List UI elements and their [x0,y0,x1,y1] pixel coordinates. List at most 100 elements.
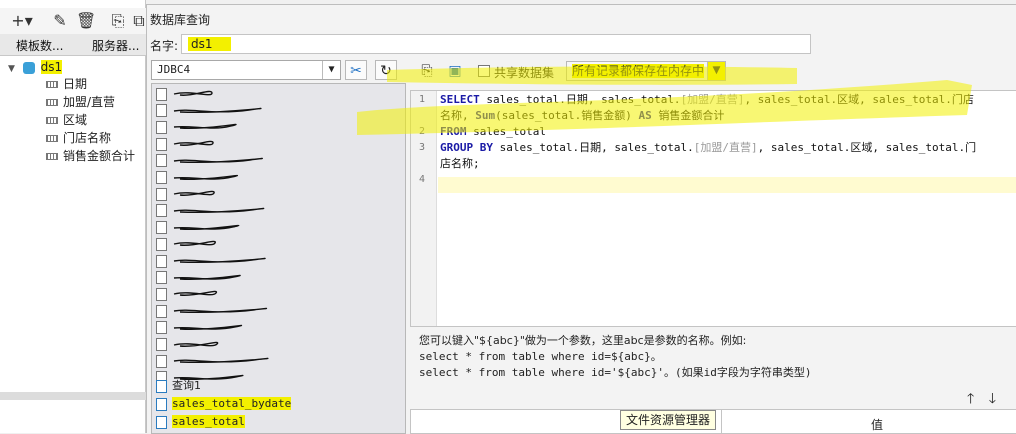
memory-mode-value: 所有记录都保存在内存中 [572,64,705,78]
table-row[interactable] [156,353,269,369]
line-number: 3 [419,142,426,153]
table-row[interactable] [156,153,263,169]
field-icon [46,81,58,88]
field-item[interactable]: 区域 [46,111,87,129]
table-icon [156,204,167,218]
share-dataset-label: 共享数据集 [494,66,555,80]
scribble-redaction [173,341,219,347]
table-row[interactable] [156,236,216,252]
table-row[interactable] [156,220,240,236]
table-icon [156,154,167,168]
table-row[interactable] [156,337,219,353]
scribble-redaction [173,190,215,197]
memory-mode-select[interactable]: 所有记录都保存在内存中 ▼ [566,61,726,81]
field-icon [46,135,58,142]
scribble-redaction [173,174,239,180]
scribble-redaction [173,90,213,96]
field-item[interactable]: 日期 [46,75,87,93]
dataset-node[interactable]: ▼ ds1 [8,58,63,76]
table-row[interactable] [156,253,266,269]
table-icon [156,254,167,268]
table-row[interactable] [156,303,268,319]
table-row[interactable] [156,103,262,119]
table-icon [156,137,167,151]
scribble-redaction [173,241,216,247]
field-icon [46,99,58,106]
scribble-redaction [173,357,269,364]
chevron-down-icon[interactable]: ▼ [707,62,725,80]
copy-icon[interactable]: ⧉ [132,11,146,31]
sql-line-3: GROUP BY sales_total.日期, sales_total.[加盟… [440,141,977,154]
table-icon [156,120,167,134]
scribble-redaction [173,124,237,130]
collapse-icon[interactable]: ▼ [8,64,15,74]
table-row[interactable] [156,203,265,219]
move-down-icon[interactable]: 🡓 [989,391,996,407]
field-label: 日期 [63,77,88,91]
connection-select[interactable]: JDBC4 ▼ [151,60,341,80]
edit-icon[interactable]: ✎ [50,11,70,31]
scribble-redaction [173,257,266,263]
query-icon [156,379,167,393]
field-label: 区域 [63,113,88,127]
move-up-icon[interactable]: 🡑 [967,391,974,407]
connection-settings-icon[interactable]: ✂ [345,60,367,80]
save-icon[interactable]: ▣ [444,61,466,81]
sql-toolbar: ⎘ ▣ 共享数据集 所有记录都保存在内存中 ▼ [410,60,1016,84]
tab-server[interactable]: 服务器... [92,37,139,54]
left-panel: +▾ ✎ 🗑 ⎘ ⧉ 模板数... 服务器... ▼ ds1 日期 加盟/直营 … [0,0,146,433]
scribble-redaction [173,140,214,147]
table-icon [156,287,167,301]
add-icon[interactable]: +▾ [10,11,34,31]
dialog-title: 数据库查询 [150,13,211,27]
table-row[interactable] [156,136,214,152]
line-number: 1 [419,94,426,105]
table-row[interactable] [156,186,215,202]
field-item[interactable]: 门店名称 [46,129,111,147]
query-name: 查询1 [172,379,201,392]
current-line-highlight [438,177,1016,193]
table-row[interactable] [156,270,241,286]
field-label: 销售金额合计 [63,149,136,163]
refresh-icon[interactable]: ↻ [375,60,397,80]
share-dataset-checkbox[interactable] [478,65,490,77]
preview-icon[interactable]: ⎘ [416,61,438,81]
query-icon [156,397,167,411]
scribble-redaction [173,157,263,163]
table-row[interactable] [156,286,217,302]
sql-line-2: FROM sales_total [440,125,546,138]
query-icon [156,415,167,429]
help-line: select * from table where id=${abc}。 [419,350,662,363]
column-divider[interactable] [721,410,722,433]
tooltip: 文件资源管理器 [620,410,717,430]
sql-line-3-wrap: 店名称; [440,157,480,170]
table-row[interactable] [156,320,243,336]
table-icon [156,321,167,335]
field-item[interactable]: 加盟/直营 [46,93,115,111]
delete-icon[interactable]: 🗑 [76,11,96,31]
field-icon [46,153,58,160]
horizontal-scrollbar[interactable] [0,392,146,400]
name-input[interactable]: ds1 [181,34,811,54]
table-row[interactable] [156,119,237,135]
scribble-redaction [173,324,243,330]
connection-value: JDBC4 [157,63,191,76]
scribble-redaction [173,291,217,297]
field-icon [46,117,58,124]
field-label: 门店名称 [63,131,112,145]
sql-editor[interactable]: 1 2 3 4 SELECT sales_total.日期, sales_tot… [410,90,1016,327]
database-query-dialog: 数据库查询 名字: ds1 JDBC4 ▼ ✂ ↻ 查询1 sales_total… [146,4,1016,434]
query-row[interactable]: 查询1 [156,378,201,394]
help-line: 您可以键入"${abc}"做为一个参数，这里abc是参数的名称。例如: [419,334,747,347]
chevron-down-icon[interactable]: ▼ [322,61,340,79]
query-row[interactable]: sales_total [156,414,245,430]
table-row[interactable] [156,170,239,186]
query-row[interactable]: sales_total_bydate [156,396,292,412]
table-row[interactable] [156,86,213,102]
query-name: sales_total [172,415,245,428]
preview-icon[interactable]: ⎘ [108,11,128,31]
database-icon [22,61,35,74]
tab-template-data[interactable]: 模板数... [16,37,63,54]
table-icon [156,221,167,235]
field-item[interactable]: 销售金额合计 [46,147,135,165]
